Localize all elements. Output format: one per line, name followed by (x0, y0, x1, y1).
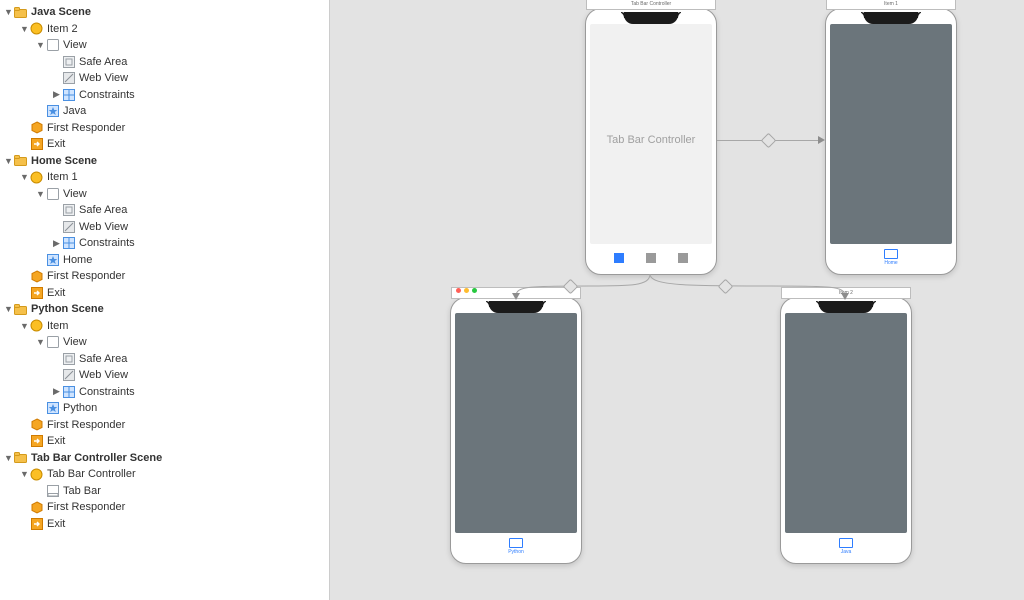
view-item[interactable]: ▼ View (0, 186, 329, 203)
row-label: View (63, 188, 87, 200)
star-item[interactable]: ▼Home (0, 252, 329, 269)
row-label: Web View (79, 221, 128, 233)
first-responder[interactable]: ▼First Responder (0, 499, 329, 516)
web-item[interactable]: ▼Web View (0, 70, 329, 87)
row-label: Java (63, 105, 86, 117)
scene-title: Item 1 (826, 0, 956, 10)
row-label: View (63, 39, 87, 51)
first-responder[interactable]: ▼First Responder (0, 417, 329, 434)
controller-label: Tab Bar Controller (586, 134, 716, 146)
row-label: Exit (47, 518, 65, 530)
row-label: Tab Bar Controller Scene (31, 452, 162, 464)
constraints-item[interactable]: ▶ Constraints (0, 87, 329, 104)
scene-title: Tab Bar Controller (586, 0, 716, 10)
row-label: First Responder (47, 501, 125, 513)
row-label: Python (63, 402, 97, 414)
disclosure-triangle-icon[interactable]: ▶ (52, 89, 61, 100)
tab-item-3[interactable] (678, 253, 688, 263)
disclosure-triangle-icon[interactable]: ▼ (36, 337, 45, 347)
scene-group[interactable]: ▼ Java Scene (0, 4, 329, 21)
exit-item[interactable]: ▼Exit (0, 433, 329, 450)
disclosure-triangle-icon[interactable]: ▼ (36, 189, 45, 199)
phone-item2[interactable]: Item 2 Java (780, 297, 912, 564)
row-label: Java Scene (31, 6, 91, 18)
constraints-item[interactable]: ▶ Constraints (0, 235, 329, 252)
relationship-icon[interactable] (718, 279, 734, 295)
phone-item[interactable]: Python (450, 297, 582, 564)
row-label: Safe Area (79, 204, 127, 216)
arrowhead-icon (512, 293, 520, 300)
disclosure-triangle-icon[interactable]: ▼ (20, 469, 29, 479)
web-item[interactable]: ▼Web View (0, 367, 329, 384)
safe-item[interactable]: ▼Safe Area (0, 202, 329, 219)
phone-tabbarcontroller[interactable]: Tab Bar Controller Tab Bar Controller (585, 8, 717, 275)
disclosure-triangle-icon[interactable]: ▶ (52, 386, 61, 397)
scene-group[interactable]: ▼ Home Scene (0, 153, 329, 170)
safe-item[interactable]: ▼Safe Area (0, 351, 329, 368)
arrowhead-icon (841, 293, 849, 300)
tab-item-1[interactable] (614, 253, 624, 263)
viewcontroller[interactable]: ▼ Tab Bar Controller (0, 466, 329, 483)
disclosure-triangle-icon[interactable]: ▼ (4, 7, 13, 17)
viewcontroller[interactable]: ▼ Item (0, 318, 329, 335)
first-responder[interactable]: ▼First Responder (0, 268, 329, 285)
disclosure-triangle-icon[interactable]: ▼ (20, 172, 29, 182)
disclosure-triangle-icon[interactable]: ▼ (36, 40, 45, 50)
row-label: Safe Area (79, 56, 127, 68)
row-label: Home (63, 254, 92, 266)
tab-icon: Java (839, 538, 853, 555)
document-outline[interactable]: ▼Java Scene▼Item 2▼View▼Safe Area▼Web Vi… (0, 0, 330, 600)
viewcontroller[interactable]: ▼ Item 2 (0, 21, 329, 38)
web-item[interactable]: ▼Web View (0, 219, 329, 236)
storyboard-canvas[interactable]: Tab Bar Controller Tab Bar Controller It… (330, 0, 1024, 600)
relationship-icon[interactable] (761, 133, 777, 149)
disclosure-triangle-icon[interactable]: ▼ (20, 321, 29, 331)
exit-item[interactable]: ▼Exit (0, 516, 329, 533)
row-label: Safe Area (79, 353, 127, 365)
row-label: Tab Bar (63, 485, 101, 497)
row-label: Web View (79, 72, 128, 84)
scene-group[interactable]: ▼ Python Scene (0, 301, 329, 318)
row-label: Item 2 (47, 23, 78, 35)
exit-item[interactable]: ▼Exit (0, 136, 329, 153)
first-responder[interactable]: ▼First Responder (0, 120, 329, 137)
star-item[interactable]: ▼Java (0, 103, 329, 120)
tab-item-2[interactable] (646, 253, 656, 263)
view-item[interactable]: ▼ View (0, 37, 329, 54)
scene-group[interactable]: ▼ Tab Bar Controller Scene (0, 450, 329, 467)
row-label: View (63, 336, 87, 348)
disclosure-triangle-icon[interactable]: ▼ (20, 24, 29, 34)
row-label: Home Scene (31, 155, 97, 167)
tabbar[interactable] (590, 246, 712, 269)
disclosure-triangle-icon[interactable]: ▶ (52, 238, 61, 249)
row-label: Tab Bar Controller (47, 468, 136, 480)
row-label: Item (47, 320, 68, 332)
row-label: Python Scene (31, 303, 104, 315)
row-label: Constraints (79, 237, 135, 249)
disclosure-triangle-icon[interactable]: ▼ (4, 304, 13, 314)
arrowhead-icon (818, 136, 825, 144)
row-label: Exit (47, 138, 65, 150)
view-item[interactable]: ▼ View (0, 334, 329, 351)
tab-icon: Python (508, 538, 524, 555)
tabbar-item[interactable]: ▼Tab Bar (0, 483, 329, 500)
row-label: First Responder (47, 122, 125, 134)
disclosure-triangle-icon[interactable]: ▼ (4, 156, 13, 166)
row-label: Exit (47, 287, 65, 299)
star-item[interactable]: ▼Python (0, 400, 329, 417)
row-label: First Responder (47, 419, 125, 431)
constraints-item[interactable]: ▶ Constraints (0, 384, 329, 401)
phone-item1[interactable]: Item 1 Home (825, 8, 957, 275)
row-label: Web View (79, 369, 128, 381)
exit-item[interactable]: ▼Exit (0, 285, 329, 302)
row-label: Constraints (79, 89, 135, 101)
tab-icon: Home (884, 249, 898, 266)
row-label: Constraints (79, 386, 135, 398)
row-label: Item 1 (47, 171, 78, 183)
viewcontroller[interactable]: ▼ Item 1 (0, 169, 329, 186)
safe-item[interactable]: ▼Safe Area (0, 54, 329, 71)
row-label: First Responder (47, 270, 125, 282)
row-label: Exit (47, 435, 65, 447)
disclosure-triangle-icon[interactable]: ▼ (4, 453, 13, 463)
